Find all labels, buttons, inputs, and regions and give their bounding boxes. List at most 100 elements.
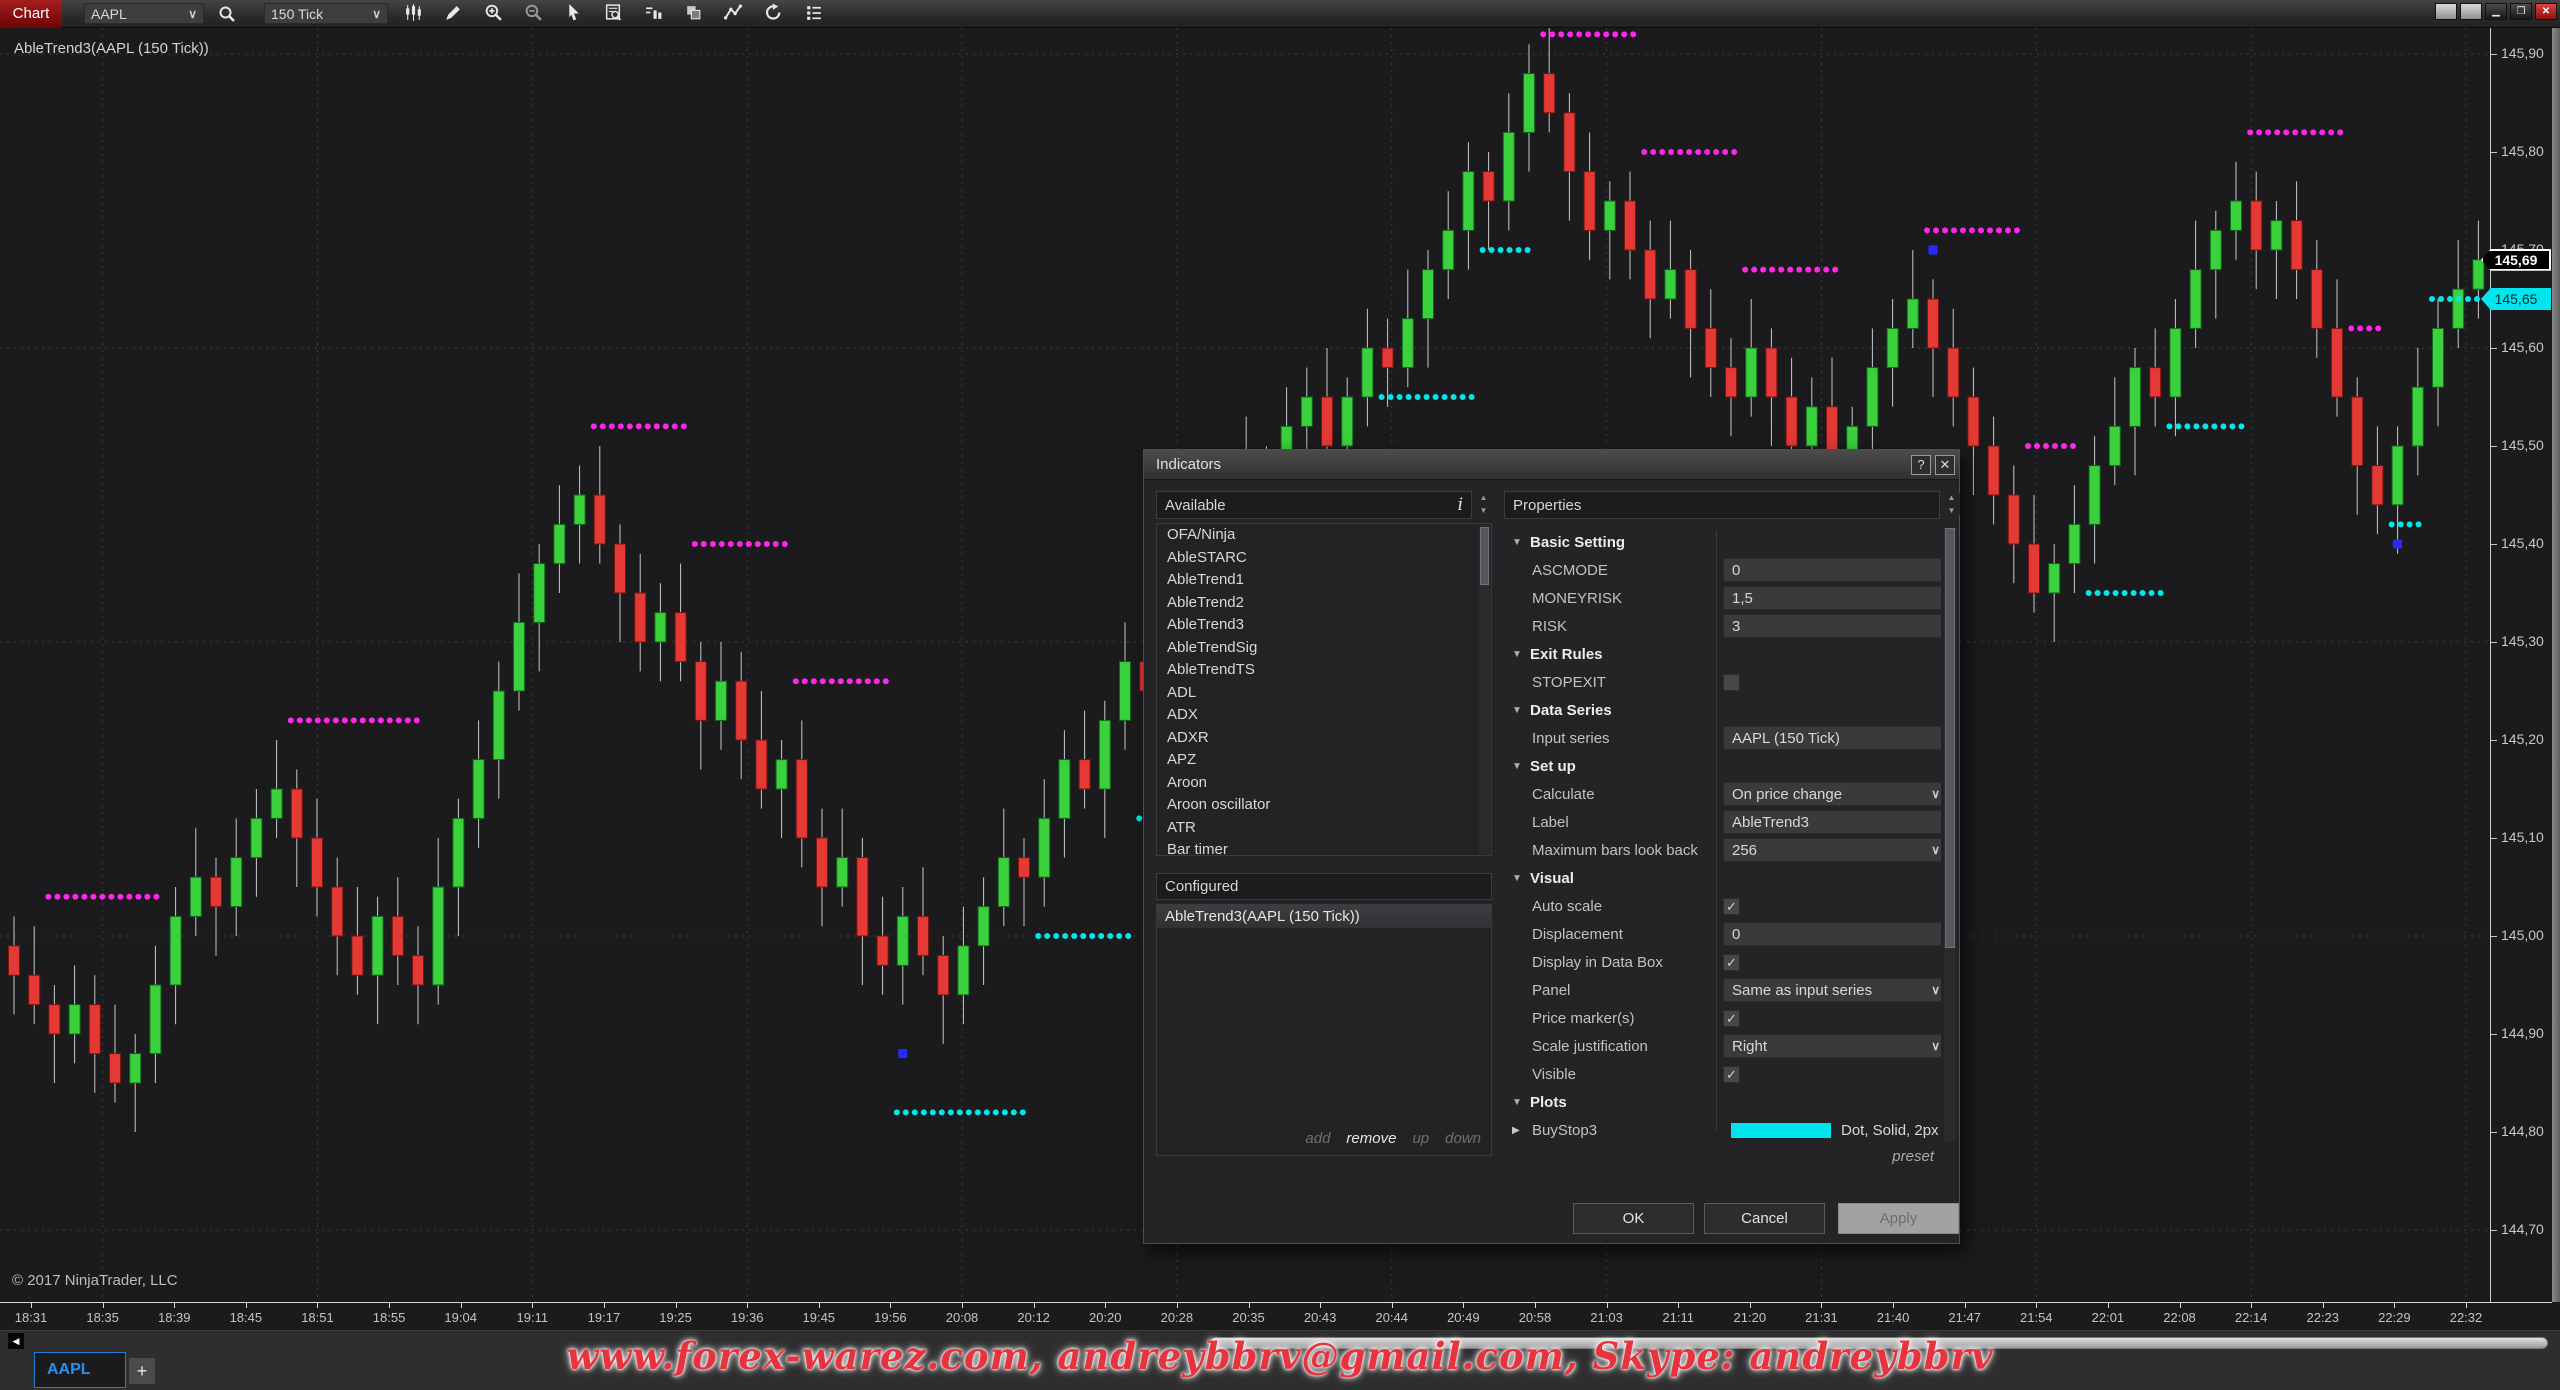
section-header[interactable]: ▼Visual [1504, 864, 1941, 892]
vertical-scale-grip[interactable] [2552, 28, 2560, 1302]
available-item[interactable]: APZ [1157, 749, 1491, 772]
data-box-icon[interactable] [598, 0, 628, 24]
available-item[interactable]: ADXR [1157, 727, 1491, 750]
instrument-combo[interactable]: AAPL ∨ [84, 3, 204, 24]
add-link[interactable]: add [1305, 1130, 1330, 1147]
candle-up [2271, 221, 2282, 250]
property-checkbox[interactable]: ✓ [1723, 1010, 1740, 1027]
panel-left-button[interactable] [2435, 3, 2457, 20]
property-select[interactable]: On price change∨ [1723, 782, 1941, 806]
time-label: 22:08 [2163, 1310, 2196, 1325]
sell-stop-dot [609, 423, 615, 429]
buy-stop-dot [1089, 933, 1095, 939]
available-item[interactable]: AbleTrend2 [1157, 592, 1491, 615]
price-axis[interactable]: 145,90145,80145,70145,60145,50145,40145,… [2490, 28, 2552, 1302]
interval-combo[interactable]: 150 Tick ∨ [264, 3, 388, 24]
instrument-value: AAPL [91, 6, 180, 22]
time-axis[interactable]: 18:3118:3518:3918:4518:5118:5519:0419:11… [0, 1302, 2552, 1330]
property-checkbox[interactable] [1723, 674, 1740, 691]
info-icon[interactable]: i [1458, 495, 1463, 515]
chart-style-icon[interactable] [398, 0, 428, 24]
sell-stop-dot [405, 717, 411, 723]
search-icon[interactable] [212, 2, 242, 26]
properties-scrollbar[interactable] [1944, 528, 1956, 1142]
section-header[interactable]: ▼Set up [1504, 752, 1941, 780]
expand-icon[interactable]: ▶ [1512, 1125, 1520, 1136]
candle-down [736, 681, 747, 740]
available-item[interactable]: ADL [1157, 682, 1491, 705]
available-item[interactable]: Bar timer [1157, 839, 1491, 856]
panels-icon[interactable] [678, 0, 708, 24]
property-row: ASCMODE0 [1504, 556, 1941, 584]
available-scrollbar[interactable] [1479, 525, 1490, 854]
configured-item-selected[interactable]: AbleTrend3(AAPL (150 Tick)) [1157, 905, 1491, 929]
zoom-in-icon[interactable] [478, 0, 508, 24]
draw-icon[interactable] [438, 0, 468, 24]
down-link[interactable]: down [1445, 1130, 1481, 1147]
chart-trader-icon[interactable] [638, 0, 668, 24]
cursor-icon[interactable] [558, 0, 588, 24]
buy-stop-dot [2131, 590, 2137, 596]
property-checkbox[interactable]: ✓ [1723, 898, 1740, 915]
available-item[interactable]: ADX [1157, 704, 1491, 727]
spin-down-icon[interactable]: ▼ [1480, 506, 1488, 515]
available-item[interactable]: AbleTrend1 [1157, 569, 1491, 592]
remove-link[interactable]: remove [1346, 1130, 1396, 1147]
configured-list[interactable]: AbleTrend3(AAPL (150 Tick)) add remove updo… [1156, 904, 1492, 1156]
zoom-out-icon[interactable] [518, 0, 548, 24]
property-input[interactable]: AAPL (150 Tick) [1723, 726, 1941, 750]
property-select[interactable]: Right∨ [1723, 1034, 1941, 1058]
available-item[interactable]: OFA/Ninja [1157, 524, 1491, 547]
properties-icon[interactable] [798, 0, 828, 24]
close-button[interactable]: ✕ [1935, 455, 1955, 475]
property-input[interactable]: 0 [1723, 558, 1941, 582]
available-item[interactable]: AbleTrend3 [1157, 614, 1491, 637]
candle-down [1968, 397, 1979, 446]
spin-down-icon[interactable]: ▼ [1948, 506, 1956, 515]
apply-button[interactable]: Apply [1838, 1203, 1959, 1234]
available-item[interactable]: AbleTrendSig [1157, 637, 1491, 660]
ok-button[interactable]: OK [1573, 1203, 1694, 1234]
property-input[interactable]: 3 [1723, 614, 1941, 638]
available-list[interactable]: OFA/NinjaAbleSTARCAbleTrend1AbleTrend2Ab… [1156, 523, 1492, 856]
dialog-titlebar[interactable]: Indicators ? ✕ [1144, 450, 1959, 480]
spin-up-icon[interactable]: ▲ [1948, 493, 1956, 502]
time-tick [246, 1303, 247, 1308]
cancel-button[interactable]: Cancel [1704, 1203, 1825, 1234]
property-select[interactable]: 256∨ [1723, 838, 1941, 862]
available-item[interactable]: Aroon oscillator [1157, 794, 1491, 817]
panel-right-button[interactable] [2460, 3, 2482, 20]
spin-up-icon[interactable]: ▲ [1480, 493, 1488, 502]
available-item[interactable]: AbleTrendTS [1157, 659, 1491, 682]
candle-up [493, 691, 504, 760]
sell-stop-dot [144, 894, 150, 900]
property-checkbox[interactable]: ✓ [1723, 1066, 1740, 1083]
section-header[interactable]: ▼Plots [1504, 1088, 1941, 1116]
scrollbar-thumb[interactable] [1945, 528, 1955, 948]
property-checkbox[interactable]: ✓ [1723, 954, 1740, 971]
close-button[interactable]: ✕ [2535, 3, 2557, 20]
indicators-icon[interactable] [718, 0, 748, 24]
scrollbar-thumb[interactable] [1480, 527, 1489, 585]
buy-stop-dot [2238, 423, 2244, 429]
reload-icon[interactable] [758, 0, 788, 24]
up-link[interactable]: up [1412, 1130, 1429, 1147]
minimize-button[interactable]: ▁ [2485, 3, 2507, 20]
preset-link[interactable]: preset [1504, 1148, 1934, 1165]
section-header[interactable]: ▼Exit Rules [1504, 640, 1941, 668]
plot-color-swatch[interactable] [1731, 1123, 1831, 1138]
property-input[interactable]: 1,5 [1723, 586, 1941, 610]
section-header[interactable]: ▼Basic Setting [1504, 528, 1941, 556]
property-select[interactable]: Same as input series∨ [1723, 978, 1941, 1002]
sell-stop-dot [793, 678, 799, 684]
help-button[interactable]: ? [1911, 455, 1931, 475]
property-input[interactable]: 0 [1723, 922, 1941, 946]
candle-up [231, 858, 242, 907]
section-header[interactable]: ▼Data Series [1504, 696, 1941, 724]
restore-button[interactable]: ❐ [2510, 3, 2532, 20]
available-item[interactable]: AbleSTARC [1157, 547, 1491, 570]
available-item[interactable]: ATR [1157, 817, 1491, 840]
sell-stop-dot [1978, 227, 1984, 233]
available-item[interactable]: Aroon [1157, 772, 1491, 795]
property-input[interactable]: AbleTrend3 [1723, 810, 1941, 834]
